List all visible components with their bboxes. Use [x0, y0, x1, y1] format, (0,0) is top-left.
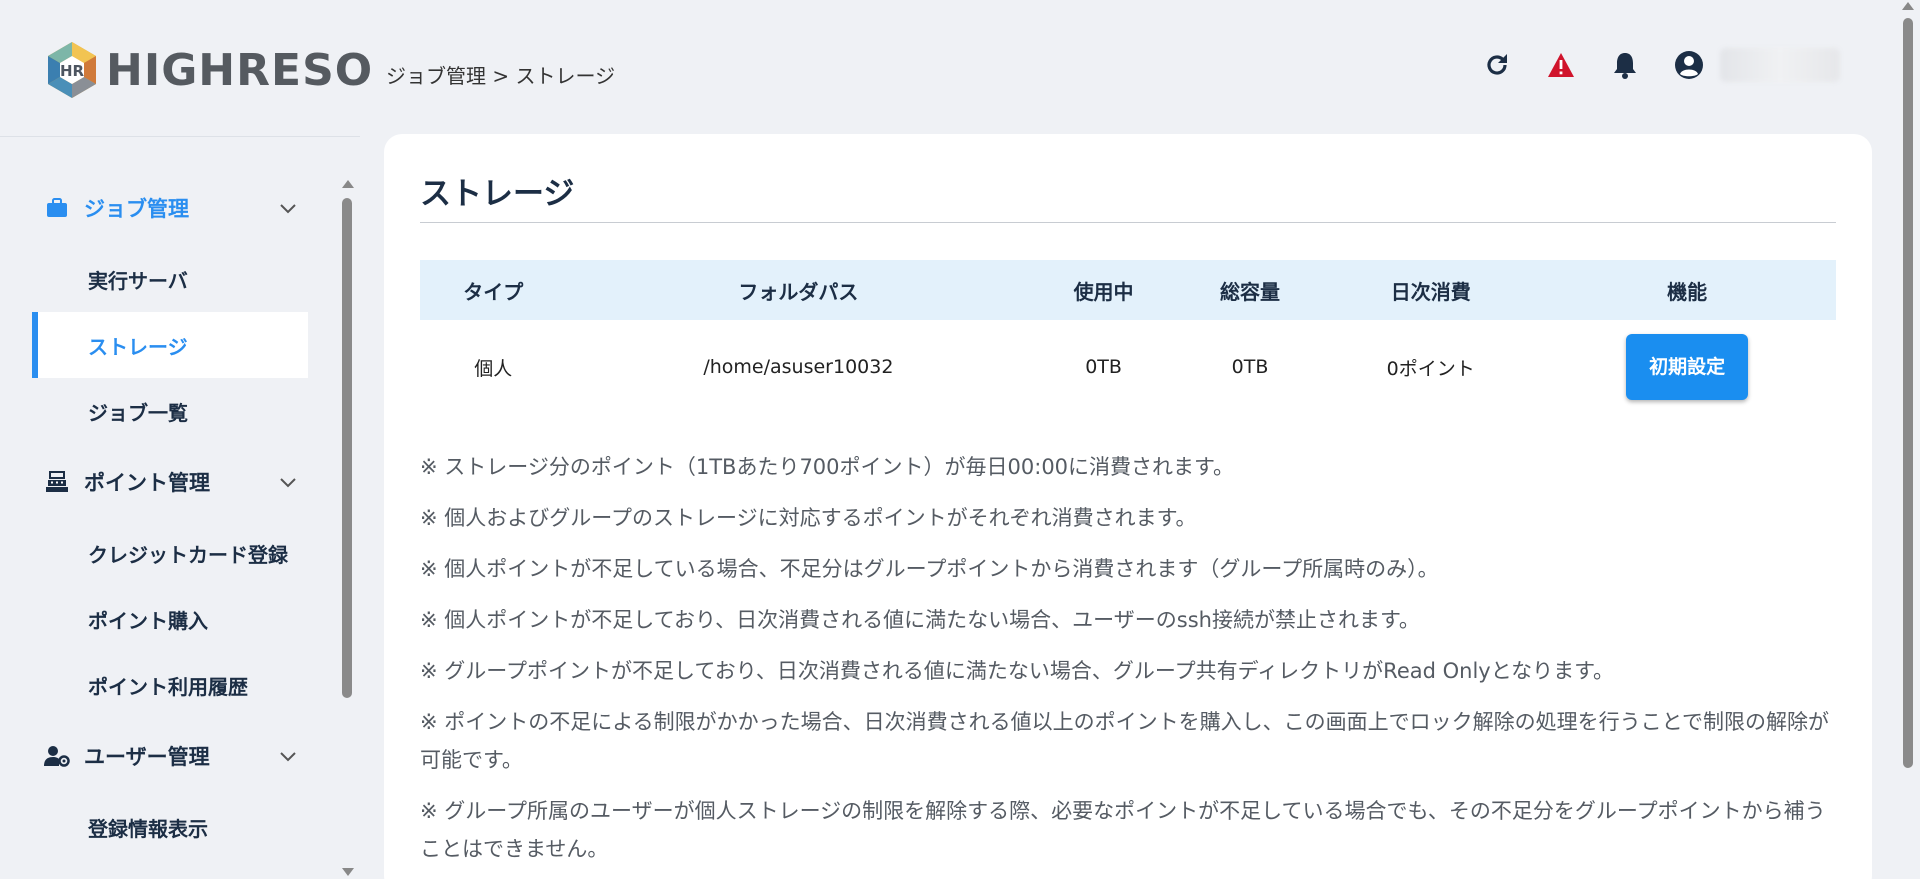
chevron-down-icon — [280, 204, 296, 214]
note-item: ※ 個人ポイントが不足しており、日次消費される値に満たない場合、ユーザーのssh… — [420, 608, 1420, 632]
note-item: ※ 個人ポイントが不足している場合、不足分はグループポイントから消費されます（グ… — [420, 557, 1439, 581]
logo-text: HIGHRESO — [106, 44, 374, 96]
note-item: ※ グループポイントが不足しており、日次消費される値に満たない場合、グループ共有… — [420, 659, 1614, 683]
breadcrumb: ジョブ管理 > ストレージ — [386, 64, 616, 88]
logo[interactable]: HR HIGHRESO — [44, 38, 373, 102]
column-header-used: 使用中 — [1030, 260, 1177, 320]
column-header-folder-path: フォルダパス — [566, 260, 1031, 320]
sidebar-item-point-purchase[interactable]: ポイント購入 — [32, 586, 308, 652]
refresh-icon[interactable] — [1480, 48, 1514, 82]
cell-used: 0TB — [1085, 356, 1122, 378]
user-name-redacted — [1720, 48, 1840, 82]
nav-group-user-management[interactable]: ユーザー管理 — [0, 718, 336, 794]
column-header-action: 機能 — [1538, 260, 1836, 320]
cell-total: 0TB — [1231, 356, 1269, 378]
user-avatar-icon[interactable] — [1672, 48, 1706, 82]
cell-type: 個人 — [474, 357, 513, 380]
header-actions — [1480, 48, 1840, 82]
scroll-up-arrow-icon[interactable] — [342, 180, 354, 188]
cell-daily: 0ポイント — [1386, 357, 1475, 380]
table-header-row: タイプ フォルダパス 使用中 総容量 日次消費 機能 — [420, 260, 1836, 320]
alert-icon[interactable] — [1544, 48, 1578, 82]
nav-group-label: ユーザー管理 — [84, 745, 210, 769]
chevron-down-icon — [280, 752, 296, 762]
svg-text:HR: HR — [60, 62, 85, 80]
note-item: ※ ストレージ分のポイント（1TBあたり700ポイント）が毎日00:00に消費さ… — [420, 455, 1234, 479]
note-item: ※ ポイントの不足による制限がかかった場合、日次消費される値以上のポイントを購入… — [420, 710, 1830, 772]
sidebar: HR HIGHRESO ジョブ管理 実行サーバ ストレージ ジョブ一覧 ポイント… — [0, 0, 372, 879]
sidebar-item-storage[interactable]: ストレージ — [32, 312, 308, 378]
divider — [420, 222, 1836, 223]
scroll-thumb[interactable] — [1903, 18, 1913, 768]
bell-icon[interactable] — [1608, 48, 1642, 82]
sidebar-item-credit-card[interactable]: クレジットカード登録 — [32, 520, 308, 586]
divider — [0, 136, 360, 137]
page-scrollbar[interactable] — [1900, 0, 1916, 879]
nav-group-label: ジョブ管理 — [84, 197, 189, 221]
cell-action: 初期設定 — [1538, 320, 1836, 414]
column-header-daily: 日次消費 — [1323, 260, 1539, 320]
initial-setup-button[interactable]: 初期設定 — [1626, 334, 1749, 400]
sidebar-item-job-list[interactable]: ジョブ一覧 — [32, 378, 308, 444]
nav-group-label: ポイント管理 — [84, 471, 210, 495]
column-header-total: 総容量 — [1176, 260, 1324, 320]
cash-register-icon — [44, 469, 70, 495]
note-item: ※ 個人およびグループのストレージに対応するポイントがそれぞれ消費されます。 — [420, 506, 1197, 530]
side-nav: ジョブ管理 実行サーバ ストレージ ジョブ一覧 ポイント管理 クレジットカード登… — [0, 170, 336, 860]
sidebar-item-registration-info[interactable]: 登録情報表示 — [32, 794, 308, 860]
logo-mark-icon: HR — [48, 42, 96, 98]
note-item: ※ グループ所属のユーザーが個人ストレージの制限を解除する際、必要なポイントが不… — [420, 799, 1826, 861]
sidebar-item-point-history[interactable]: ポイント利用履歴 — [32, 652, 308, 718]
nav-group-job-management[interactable]: ジョブ管理 — [0, 170, 336, 246]
sidebar-item-exec-server[interactable]: 実行サーバ — [32, 246, 308, 312]
user-gear-icon — [44, 743, 70, 769]
cell-folder-path: /home/asuser10032 — [703, 356, 894, 378]
scroll-thumb[interactable] — [342, 198, 352, 698]
table-row: 個人 /home/asuser10032 0TB 0TB 0ポイント 初期設定 — [420, 320, 1836, 414]
sidebar-scrollbar[interactable] — [338, 176, 356, 876]
storage-card: ストレージ タイプ フォルダパス 使用中 総容量 日次消費 機能 個人 /hom… — [384, 134, 1872, 879]
briefcase-icon — [44, 195, 70, 221]
scroll-down-arrow-icon[interactable] — [342, 868, 354, 876]
chevron-down-icon — [280, 478, 296, 488]
scroll-up-arrow-icon[interactable] — [1902, 2, 1914, 10]
nav-group-point-management[interactable]: ポイント管理 — [0, 444, 336, 520]
notes-list: ※ ストレージ分のポイント（1TBあたり700ポイント）が毎日00:00に消費さ… — [420, 448, 1836, 879]
column-header-type: タイプ — [420, 260, 567, 320]
storage-table: タイプ フォルダパス 使用中 総容量 日次消費 機能 個人 /home/asus… — [420, 260, 1836, 414]
page-title: ストレージ — [420, 176, 575, 212]
